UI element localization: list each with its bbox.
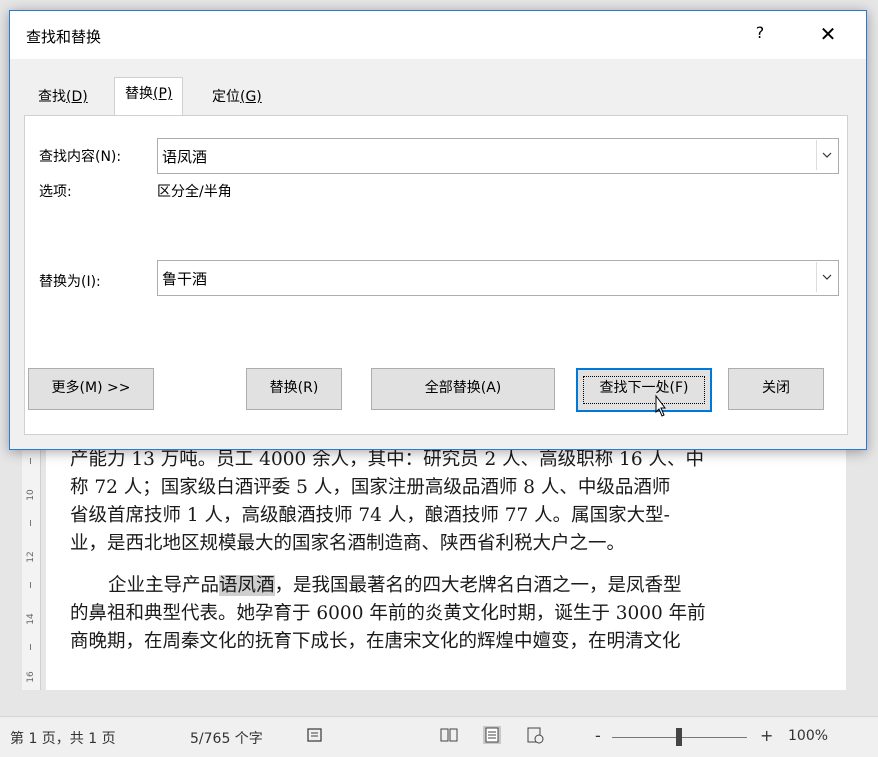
find-replace-dialog: 查找和替换 ? ✕ 查找(D) 替换(P) 定位(G) 查找内容(N): 选项:…	[9, 10, 867, 450]
word-count[interactable]: 5/765 个字	[190, 728, 263, 748]
doc-line: 的鼻祖和典型代表。她孕育于 6000 年前的炎黄文化时期，诞生于 3000 年前	[70, 603, 706, 624]
doc-line: 业，是西北地区规模最大的国家名酒制造商、陕西省利税大户之一。	[70, 533, 626, 554]
find-next-label: 查找下一处(F)	[599, 380, 689, 396]
tab-replace[interactable]: 替换(P)	[114, 77, 184, 118]
tab-shortcut: (D)	[66, 89, 88, 105]
doc-line: 称 72 人；国家级白酒评委 5 人，国家注册高级品酒师 8 人、中级品酒师	[70, 477, 671, 498]
zoom-slider-thumb[interactable]	[676, 728, 682, 746]
document-text[interactable]: 产能力 13 万吨。员工 4000 余人，其中：研究员 2 人、高级职称 16 …	[70, 446, 846, 656]
tab-label: 查找	[38, 89, 66, 105]
zoom-in-button[interactable]: +	[760, 726, 773, 745]
chevron-down-icon[interactable]	[816, 140, 837, 170]
doc-line: 省级首席技师 1 人，高级酿酒技师 74 人，酿酒技师 77 人。属国家大型-	[70, 505, 670, 526]
status-bar: 第 1 页，共 1 页 5/765 个字 - + 100%	[0, 716, 878, 757]
doc-text-span: ，是我国最著名的四大老牌名白酒之一，是凤香型	[274, 575, 682, 596]
ruler-mark: 12	[26, 551, 36, 563]
tab-goto[interactable]: 定位(G)	[202, 81, 272, 115]
proofing-icon[interactable]	[306, 726, 324, 744]
zoom-out-button[interactable]: -	[595, 726, 601, 745]
dialog-title-bar[interactable]: 查找和替换 ? ✕	[10, 11, 866, 59]
find-what-label: 查找内容(N):	[39, 149, 122, 165]
chevron-down-icon[interactable]	[816, 262, 837, 292]
tab-shortcut: (P)	[153, 86, 173, 102]
page-count[interactable]: 第 1 页，共 1 页	[10, 728, 116, 748]
doc-line: 产能力 13 万吨。员工 4000 余人，其中：研究员 2 人、高级职称 16 …	[70, 449, 704, 470]
help-button[interactable]: ?	[750, 23, 770, 47]
zoom-level[interactable]: 100%	[788, 728, 828, 744]
more-button[interactable]: 更多(M) >>	[28, 368, 154, 410]
ruler-mark: 14	[26, 613, 36, 625]
tab-find[interactable]: 查找(D)	[28, 81, 98, 115]
doc-line: 商晚期，在周秦文化的抚育下成长，在唐宋文化的辉煌中嬗变，在明清文化	[70, 631, 681, 652]
document-page[interactable]: 产能力 13 万吨。员工 4000 余人，其中：研究员 2 人、高级职称 16 …	[46, 440, 846, 690]
close-icon[interactable]: ✕	[816, 23, 840, 47]
options-value: 区分全/半角	[157, 184, 232, 200]
tab-label: 替换	[125, 86, 153, 102]
options-label: 选项:	[39, 184, 72, 200]
dialog-title: 查找和替换	[26, 28, 102, 46]
tab-label: 定位	[212, 89, 240, 105]
close-button[interactable]: 关闭	[728, 368, 824, 410]
replace-button[interactable]: 替换(R)	[246, 368, 342, 410]
ruler-mark: 16	[26, 671, 36, 683]
tab-shortcut: (G)	[240, 89, 262, 105]
doc-text-span: 企业主导产品	[108, 575, 220, 596]
replace-all-button[interactable]: 全部替换(A)	[371, 368, 555, 410]
mouse-cursor-icon	[655, 394, 666, 417]
vertical-ruler: 10 12 14 16	[22, 450, 41, 690]
find-what-combo[interactable]	[157, 138, 839, 174]
search-highlight: 语凤酒	[219, 575, 275, 596]
replace-with-combo[interactable]	[157, 260, 839, 296]
replace-with-label: 替换为(I):	[39, 274, 101, 290]
web-layout-icon[interactable]	[526, 726, 544, 744]
read-mode-icon[interactable]	[440, 726, 458, 744]
print-layout-icon[interactable]	[483, 726, 501, 744]
doc-paragraph-2: 企业主导产品语凤酒，是我国最著名的四大老牌名白酒之一，是凤香型	[70, 572, 846, 600]
find-what-input[interactable]	[160, 141, 794, 171]
find-next-button[interactable]: 查找下一处(F)	[576, 368, 712, 412]
replace-with-input[interactable]	[160, 263, 794, 293]
ruler-mark: 10	[26, 489, 36, 501]
